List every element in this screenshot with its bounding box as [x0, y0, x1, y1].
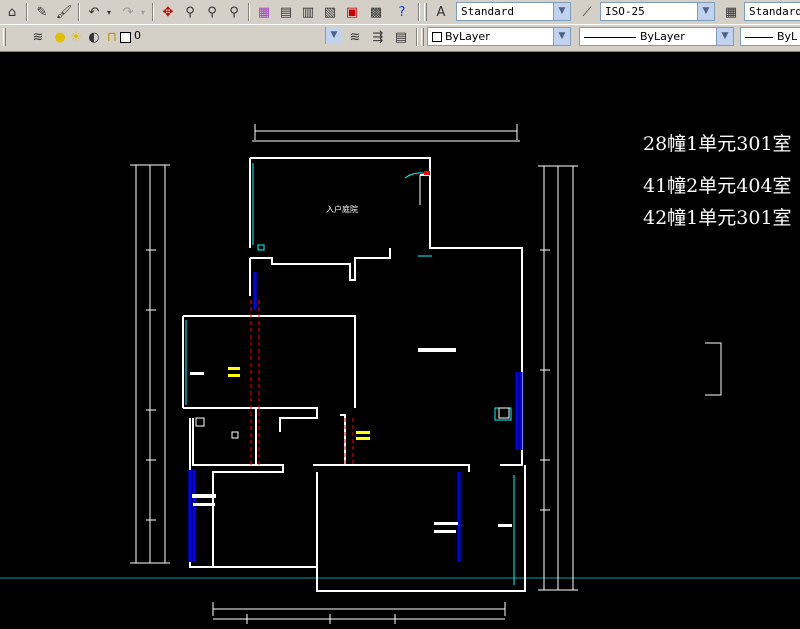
table-style-select[interactable]: Standard: [744, 2, 800, 21]
zoom-window-icon[interactable]: ⚲: [202, 2, 222, 22]
layer-manager-icon[interactable]: ≋: [28, 27, 48, 47]
text-style-value: Standard: [461, 5, 514, 18]
drawing-canvas[interactable]: 入户庭院 28幢1单元301室 41幢2单元404室 42幢1单元301室: [0, 52, 800, 629]
chevron-down-icon[interactable]: ▼: [716, 28, 733, 45]
table-style-icon[interactable]: ▦: [721, 2, 741, 22]
layer-states-icon[interactable]: ▤: [391, 27, 411, 47]
zoom-realtime-icon[interactable]: ⚲: [180, 2, 200, 22]
sheet-set-icon[interactable]: ▧: [320, 2, 340, 22]
chevron-down-icon[interactable]: ▼: [325, 27, 342, 44]
toolbar-separator: [26, 3, 28, 21]
lineweight-control-select[interactable]: ByL: [740, 27, 800, 46]
help-icon[interactable]: ?: [392, 2, 412, 22]
dimension-style-icon[interactable]: ⟋: [577, 2, 597, 22]
redo-icon[interactable]: ↷: [118, 2, 138, 22]
chevron-down-icon[interactable]: ▼: [697, 3, 714, 20]
toolbar-separator: [416, 28, 418, 46]
match-properties-icon[interactable]: 🖌: [54, 2, 74, 22]
toolbar-separator: [78, 3, 80, 21]
top-dimension: [252, 124, 520, 142]
color-swatch-icon: [432, 32, 442, 42]
zoom-previous-icon[interactable]: ⚲: [224, 2, 244, 22]
bottom-dimension: [212, 602, 506, 624]
undo-icon[interactable]: ↶: [84, 2, 104, 22]
left-dimension: [130, 164, 170, 564]
chevron-down-icon[interactable]: ▼: [553, 3, 570, 20]
toolbar-grip[interactable]: [3, 28, 6, 46]
red-dashed-lines: [250, 300, 354, 465]
lineweight-value: ByL: [777, 30, 798, 43]
toolbar-grip[interactable]: [424, 3, 427, 21]
undo-dropdown-icon[interactable]: ▾: [104, 2, 114, 22]
pencil-icon[interactable]: ✎: [32, 2, 52, 22]
redo-dropdown-icon[interactable]: ▾: [138, 2, 148, 22]
markup-icon[interactable]: ▣: [342, 2, 362, 22]
make-object-layer-current-icon[interactable]: ≋: [345, 27, 365, 47]
linetype-preview: [584, 36, 636, 38]
small-annotations: [190, 244, 512, 533]
layer-previous-icon[interactable]: ⇶: [368, 27, 388, 47]
dimension-style-select[interactable]: ISO-25 ▼: [600, 2, 715, 21]
lineweight-preview: [745, 36, 773, 38]
text-style-icon[interactable]: A: [431, 2, 451, 22]
toolbar-separator: [248, 3, 250, 21]
linetype-control-select[interactable]: ByLayer ▼: [579, 27, 734, 46]
title-line-2: 41幢2单元404室: [643, 175, 792, 197]
right-dimension: [538, 165, 578, 591]
layer-thaw-sun-icon[interactable]: ☀: [66, 27, 86, 47]
chevron-down-icon[interactable]: ▼: [553, 28, 570, 45]
toolbar-separator: [418, 3, 420, 21]
open-icon[interactable]: ⌂: [2, 2, 22, 22]
standard-toolbar: ⌂ ✎ 🖌 ↶ ▾ ↷ ▾ ✥ ⚲ ⚲ ⚲ ▦ ▤ ▥ ▧ ▣ ▩ ? A St…: [0, 0, 800, 25]
tool-palettes-icon[interactable]: ▥: [298, 2, 318, 22]
title-line-1: 28幢1单元301室: [643, 133, 792, 155]
pan-icon[interactable]: ✥: [158, 2, 178, 22]
toolbar-separator: [152, 3, 154, 21]
table-style-value: Standard: [749, 5, 800, 18]
text-style-select[interactable]: Standard ▼: [456, 2, 571, 21]
door-marker: [424, 171, 430, 175]
toolbar-grip[interactable]: [421, 28, 424, 46]
layer-select[interactable]: 0 ▼: [128, 27, 342, 46]
properties-icon[interactable]: ▦: [254, 2, 274, 22]
layers-toolbar: ≋ ● ☀ ◐ ⊓ 0 ▼ ≋ ⇶ ▤ ByLayer ▼ ByLayer ▼ ByL: [0, 24, 800, 52]
yellow-tags: [228, 367, 370, 440]
design-center-icon[interactable]: ▤: [276, 2, 296, 22]
layer-viewport-icon[interactable]: ◐: [84, 27, 104, 47]
title-line-3: 42幢1单元301室: [643, 207, 792, 229]
color-value: ByLayer: [445, 30, 490, 43]
layer-name-value: 0: [134, 29, 141, 42]
dimension-style-value: ISO-25: [605, 5, 645, 18]
linetype-value: ByLayer: [640, 30, 685, 43]
calculator-icon[interactable]: ▩: [366, 2, 386, 22]
bracket-mark: [705, 342, 722, 396]
color-control-select[interactable]: ByLayer ▼: [427, 27, 571, 46]
entrance-room-label: 入户庭院: [326, 204, 358, 214]
